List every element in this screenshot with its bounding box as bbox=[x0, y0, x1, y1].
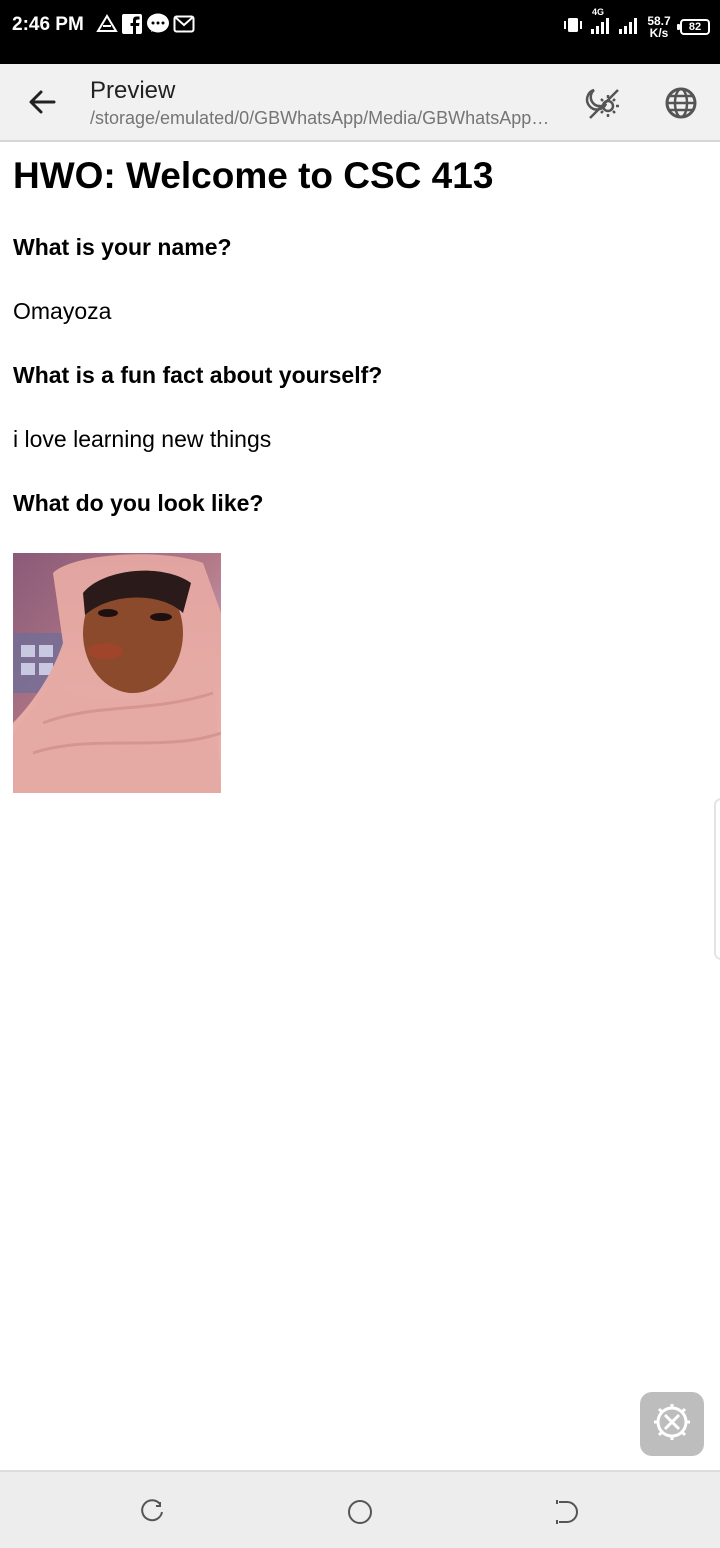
vibrate-icon bbox=[562, 15, 584, 40]
toolbar-title-block: Preview /storage/emulated/0/GBWhatsApp/M… bbox=[90, 76, 560, 130]
gmail-icon bbox=[173, 15, 195, 38]
theme-toggle-icon[interactable] bbox=[584, 84, 622, 122]
answer-fun-fact: i love learning new things bbox=[13, 426, 272, 452]
profile-photo bbox=[13, 553, 221, 793]
status-bar: 2:46 PM 4G 58.7 K/s 82 bbox=[0, 0, 720, 64]
signal-icon bbox=[618, 15, 638, 40]
question-name: What is your name? bbox=[13, 234, 232, 260]
status-right: 4G 58.7 K/s 82 bbox=[562, 7, 710, 44]
back-arrow-icon[interactable] bbox=[24, 84, 60, 120]
side-panel-handle[interactable] bbox=[714, 798, 720, 960]
back-nav-icon[interactable] bbox=[553, 1498, 581, 1526]
page-heading: HWO: Welcome to CSC 413 bbox=[13, 155, 494, 196]
settings-fab[interactable] bbox=[640, 1392, 704, 1456]
app-toolbar: Preview /storage/emulated/0/GBWhatsApp/M… bbox=[0, 64, 720, 142]
notification-icons bbox=[96, 13, 195, 40]
net-type: 4G bbox=[592, 6, 605, 17]
status-time: 2:46 PM bbox=[12, 14, 84, 35]
drive-icon bbox=[96, 13, 118, 39]
net-speed: 58.7 K/s bbox=[644, 15, 674, 39]
globe-icon[interactable] bbox=[662, 84, 700, 122]
document-content: HWO: Welcome to CSC 413 What is your nam… bbox=[13, 142, 707, 793]
toolbar-title: Preview bbox=[90, 77, 176, 104]
navigation-bar bbox=[0, 1470, 720, 1548]
net-speed-unit: K/s bbox=[649, 26, 669, 40]
settings-tools-icon bbox=[650, 1400, 694, 1449]
toolbar-subtitle: /storage/emulated/0/GBWhatsApp/Media/GBW… bbox=[90, 108, 550, 128]
battery-level: 82 bbox=[688, 21, 702, 33]
question-fun-fact: What is a fun fact about yourself? bbox=[13, 362, 383, 388]
battery-icon: 82 bbox=[677, 19, 710, 35]
home-icon[interactable] bbox=[346, 1498, 374, 1526]
screen: { "status_bar": { "time": "2:46 PM", "ne… bbox=[0, 0, 720, 1548]
facebook-icon bbox=[121, 13, 143, 40]
messenger-icon bbox=[146, 13, 170, 40]
answer-name: Omayoza bbox=[13, 298, 112, 324]
recent-apps-icon[interactable] bbox=[138, 1498, 166, 1526]
question-appearance: What do you look like? bbox=[13, 490, 264, 516]
signal-4g-icon: 4G bbox=[590, 7, 612, 40]
